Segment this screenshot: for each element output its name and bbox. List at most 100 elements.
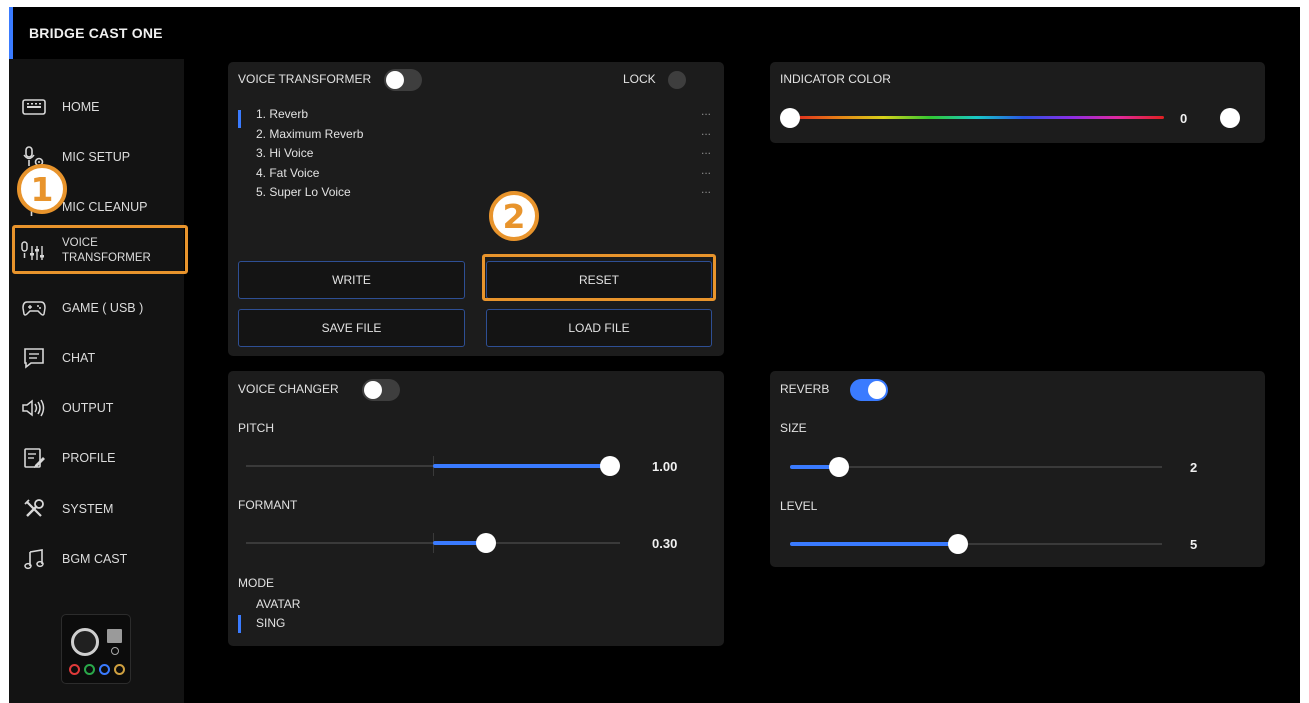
preset-list: 1. Reverb... 2. Maximum Reverb... 3. Hi … bbox=[256, 104, 711, 204]
preset-more-button[interactable]: ... bbox=[701, 182, 711, 196]
mode-option-avatar[interactable]: AVATAR bbox=[256, 597, 300, 611]
gamepad-icon bbox=[21, 295, 47, 321]
voice-changer-panel: VOICE CHANGER PITCH 1.00 FORMANT 0.30 MO… bbox=[228, 371, 724, 646]
sidebar-item-output[interactable]: OUTPUT bbox=[9, 386, 184, 430]
callout-number: 1 bbox=[30, 169, 54, 209]
indicator-color-slider[interactable] bbox=[780, 108, 1174, 128]
chat-icon bbox=[21, 345, 47, 371]
device-blue-pad bbox=[99, 664, 110, 675]
size-value: 2 bbox=[1190, 460, 1198, 475]
indicator-color-panel: INDICATOR COLOR 0 bbox=[770, 62, 1265, 143]
label-line-1: VOICE bbox=[62, 237, 98, 249]
sidebar-item-profile[interactable]: PROFILE bbox=[9, 436, 184, 480]
preset-name: 2. Maximum Reverb bbox=[256, 126, 364, 141]
toggle-knob bbox=[364, 381, 382, 399]
panel-title: VOICE TRANSFORMER bbox=[238, 72, 372, 86]
callout-number: 2 bbox=[502, 196, 526, 236]
device-button bbox=[111, 647, 119, 655]
voice-changer-toggle[interactable] bbox=[362, 379, 400, 401]
lock-label: LOCK bbox=[623, 72, 656, 86]
preset-more-button[interactable]: ... bbox=[701, 143, 711, 157]
level-label: LEVEL bbox=[780, 499, 818, 513]
sidebar-item-chat[interactable]: CHAT bbox=[9, 336, 184, 380]
speaker-icon bbox=[21, 395, 47, 421]
mode-selection-indicator bbox=[238, 615, 241, 633]
tools-icon bbox=[21, 496, 47, 522]
profile-icon bbox=[21, 445, 47, 471]
device-image bbox=[61, 614, 131, 684]
label-line-2: TRANSFORMER bbox=[62, 252, 151, 264]
level-value: 5 bbox=[1190, 537, 1198, 552]
preset-name: 4. Fat Voice bbox=[256, 165, 320, 180]
preset-item[interactable]: 4. Fat Voice... bbox=[256, 163, 711, 185]
preset-item[interactable]: 2. Maximum Reverb... bbox=[256, 124, 711, 146]
slider-thumb[interactable] bbox=[780, 108, 800, 128]
slider-thumb[interactable] bbox=[476, 533, 497, 553]
callout-badge-1: 1 bbox=[17, 164, 67, 214]
reverb-panel: REVERB SIZE 2 LEVEL 5 bbox=[770, 371, 1265, 567]
save-file-button[interactable]: SAVE FILE bbox=[238, 309, 465, 347]
preset-item[interactable]: 5. Super Lo Voice... bbox=[256, 182, 711, 204]
keyboard-icon bbox=[21, 94, 47, 120]
voice-transformer-panel: VOICE TRANSFORMER LOCK 1. Reverb... 2. M… bbox=[228, 62, 724, 356]
sidebar-item-label: OUTPUT bbox=[62, 400, 114, 415]
pitch-label: PITCH bbox=[238, 421, 274, 435]
panel-title: REVERB bbox=[780, 382, 830, 396]
slider-fill bbox=[433, 464, 610, 468]
slider-thumb[interactable] bbox=[828, 457, 849, 477]
preset-more-button[interactable]: ... bbox=[701, 104, 711, 118]
mode-label: MODE bbox=[238, 576, 274, 590]
size-slider[interactable] bbox=[790, 457, 1162, 477]
reset-button[interactable]: RESET bbox=[486, 261, 712, 299]
load-file-button[interactable]: LOAD FILE bbox=[486, 309, 712, 347]
sidebar-item-game-usb[interactable]: GAME ( USB ) bbox=[9, 286, 184, 330]
sidebar-item-label: GAME ( USB ) bbox=[62, 300, 144, 315]
sidebar-item-label: SYSTEM bbox=[62, 501, 114, 516]
toggle-knob bbox=[868, 381, 886, 399]
pitch-value: 1.00 bbox=[652, 459, 678, 474]
device-screen bbox=[107, 629, 122, 643]
sidebar-item-label: CHAT bbox=[62, 350, 96, 365]
reverb-toggle[interactable] bbox=[850, 379, 888, 401]
sidebar-item-system[interactable]: SYSTEM bbox=[9, 487, 184, 531]
panel-title: VOICE CHANGER bbox=[238, 382, 339, 396]
music-note-icon bbox=[21, 546, 47, 572]
sidebar-item-label: VOICE TRANSFORMER bbox=[62, 236, 151, 266]
slider-thumb[interactable] bbox=[948, 534, 969, 554]
sidebar-item-label: PROFILE bbox=[62, 450, 116, 465]
toggle-knob bbox=[386, 71, 404, 89]
mode-option-sing[interactable]: SING bbox=[256, 616, 285, 630]
lock-toggle[interactable] bbox=[668, 71, 686, 89]
title-accent-bar bbox=[9, 7, 13, 59]
app-window: BRIDGE CAST ONE HOME MIC SETUP MIC CLEAN… bbox=[9, 7, 1300, 703]
formant-slider[interactable] bbox=[246, 533, 620, 553]
voice-transformer-toggle[interactable] bbox=[384, 69, 422, 91]
level-slider[interactable] bbox=[790, 534, 1162, 554]
preset-item[interactable]: 3. Hi Voice... bbox=[256, 143, 711, 165]
indicator-color-value: 0 bbox=[1180, 111, 1188, 126]
sidebar-item-label: HOME bbox=[62, 99, 100, 114]
preset-more-button[interactable]: ... bbox=[701, 124, 711, 138]
formant-label: FORMANT bbox=[238, 498, 298, 512]
preset-more-button[interactable]: ... bbox=[701, 163, 711, 177]
device-red-pad bbox=[69, 664, 80, 675]
sidebar-item-home[interactable]: HOME bbox=[9, 85, 184, 129]
device-yellow-pad bbox=[114, 664, 125, 675]
microphone-mixer-icon bbox=[21, 238, 47, 264]
slider-thumb[interactable] bbox=[600, 456, 620, 476]
formant-value: 0.30 bbox=[652, 536, 678, 551]
sidebar-item-label: MIC SETUP bbox=[62, 149, 131, 164]
preset-item[interactable]: 1. Reverb... bbox=[256, 104, 711, 126]
pitch-slider[interactable] bbox=[246, 456, 620, 476]
sidebar-item-label: BGM CAST bbox=[62, 551, 128, 566]
color-preview-swatch bbox=[1220, 108, 1240, 128]
sidebar: HOME MIC SETUP MIC CLEANUP VOICE TRANSFOR… bbox=[9, 59, 184, 703]
preset-name: 3. Hi Voice bbox=[256, 146, 314, 160]
write-button[interactable]: WRITE bbox=[238, 261, 465, 299]
sidebar-item-bgm-cast[interactable]: BGM CAST bbox=[9, 537, 184, 581]
title-bar: BRIDGE CAST ONE bbox=[9, 7, 1300, 59]
preset-name: 1. Reverb bbox=[256, 107, 309, 121]
panel-title: INDICATOR COLOR bbox=[780, 72, 891, 86]
sidebar-item-voice-transformer[interactable]: VOICE TRANSFORMER bbox=[9, 229, 184, 273]
preset-name: 5. Super Lo Voice bbox=[256, 185, 351, 199]
